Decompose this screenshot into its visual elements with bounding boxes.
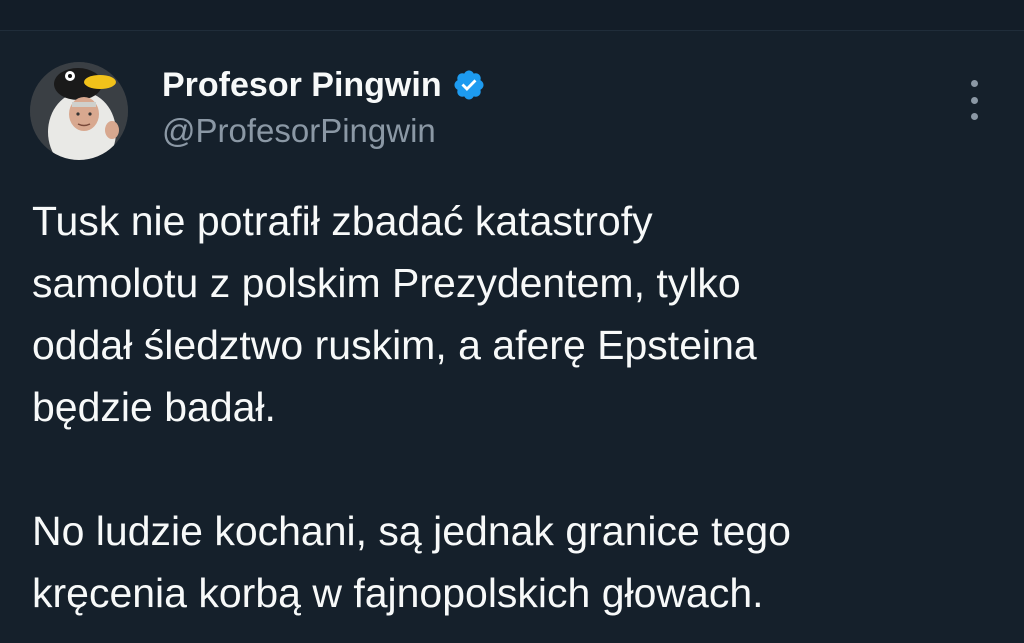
more-dot xyxy=(970,96,978,104)
more-dot xyxy=(970,80,978,87)
tweet-text: Tusk nie potrafił zbadać katastrofy samo… xyxy=(32,190,992,624)
tweet-line: oddał śledztwo ruskim, a aferę Epsteina xyxy=(32,322,757,368)
more-vertical-icon[interactable] xyxy=(958,80,990,120)
more-dot xyxy=(970,113,978,120)
author-name-row[interactable]: Profesor Pingwin xyxy=(162,62,486,108)
tweet-line: samolotu z polskim Prezydentem, tylko xyxy=(32,260,741,306)
top-bar xyxy=(0,0,1024,31)
verified-badge-icon[interactable] xyxy=(452,68,486,102)
author-display-name[interactable]: Profesor Pingwin xyxy=(162,66,442,105)
author-handle[interactable]: @ProfesorPingwin xyxy=(162,112,436,150)
penguin-costume-avatar-icon xyxy=(30,62,128,160)
tweet-line: No ludzie kochani, są jednak granice teg… xyxy=(32,508,791,554)
tweet-line: kręcenia korbą w fajnopolskich głowach. xyxy=(32,570,764,616)
avatar[interactable] xyxy=(30,62,128,160)
tweet-line: Tusk nie potrafił zbadać katastrofy xyxy=(32,198,653,244)
tweet-line: będzie badał. xyxy=(32,384,276,430)
